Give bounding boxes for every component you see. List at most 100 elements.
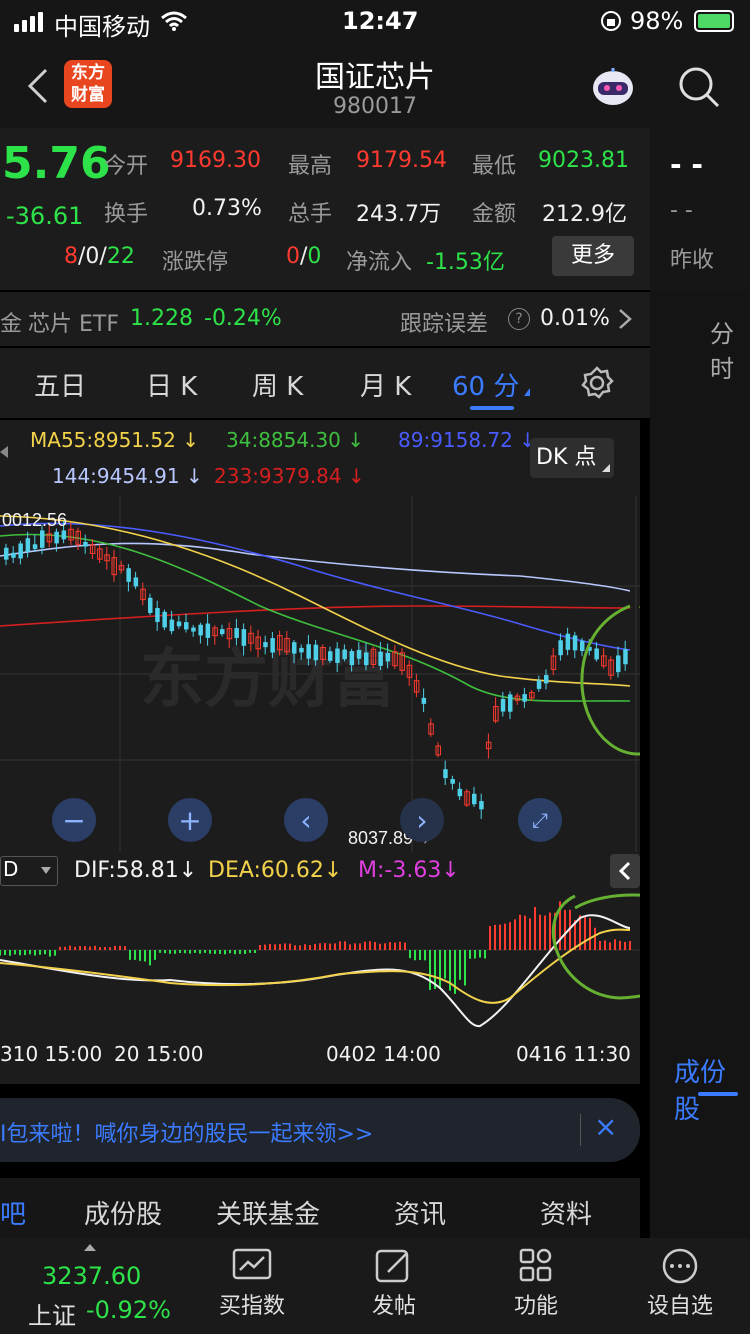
side-tab-label[interactable]: 分时 [710, 314, 750, 384]
divider [580, 1114, 581, 1146]
dk-point-button[interactable]: DK 点 [530, 438, 614, 478]
back-icon[interactable] [26, 68, 50, 104]
scroll-left-button[interactable]: ‹ [284, 798, 328, 842]
dropdown-corner-icon [602, 464, 610, 472]
ma144-value: 144:9454.91 [52, 464, 180, 488]
candle-body [263, 642, 268, 648]
indicator-selector[interactable]: D [0, 856, 58, 886]
caret-up-icon[interactable] [84, 1244, 96, 1251]
subtab-funds[interactable]: 关联基金 [216, 1194, 320, 1231]
subtab-news[interactable]: 资讯 [394, 1194, 446, 1231]
candle-body [234, 628, 239, 638]
low-label: 最低 [472, 154, 517, 179]
buy-index-button[interactable]: 买指数 [212, 1248, 292, 1320]
logo-text: 东方 [71, 63, 105, 83]
price-change: -36.61 [6, 202, 84, 230]
tracking-error-value: 0.01% [540, 306, 610, 331]
volume-label: 总手 [288, 202, 333, 227]
candle-body [133, 577, 139, 587]
candle-body [328, 651, 333, 661]
dif-value: DIF:58.81 [74, 858, 179, 883]
bottom-bar: 3237.60 上证 -0.92% 买指数 发帖 功能 设自选 [0, 1238, 750, 1334]
collapse-panel-button[interactable] [610, 854, 640, 888]
candle-body [378, 651, 383, 666]
dea-label: DEA:60.62↓ [208, 858, 342, 883]
search-icon[interactable] [676, 64, 722, 110]
candle-body [313, 644, 319, 661]
time-tick: 0402 14:00 [326, 1042, 441, 1066]
macd-chart[interactable] [0, 888, 702, 1028]
candle-body [457, 788, 463, 797]
kline-chart[interactable]: 东方财富 0012.56 8037.89→ − + ‹ › ⤢ [0, 496, 679, 856]
close-icon[interactable]: × [594, 1110, 617, 1143]
macd-svg [0, 893, 702, 1028]
ma233-line [0, 605, 631, 627]
candle-body [299, 647, 304, 653]
etf-bar[interactable]: 金 芯片 ETF 1.228 -0.24% 跟踪误差 ? 0.01% [0, 292, 650, 346]
functions-button[interactable]: 功能 [496, 1248, 576, 1320]
candle-body [349, 651, 355, 666]
tab-60min[interactable]: 60 分 [452, 366, 519, 403]
zoom-in-button[interactable]: + [168, 798, 212, 842]
banner-text[interactable]: I包来啦！喊你身边的股民一起来领>> [0, 1116, 373, 1148]
chevron-down-icon [41, 867, 51, 874]
caret-left-icon[interactable] [0, 446, 8, 458]
add-watchlist-label: 设自选 [646, 1294, 713, 1319]
post-button[interactable]: 发帖 [354, 1248, 434, 1320]
quote-panel: 5.76 -36.61 8/0/22 今开 9169.30 最高 9179.54… [0, 128, 650, 290]
candle-body [364, 652, 369, 666]
candle-body [191, 627, 196, 632]
tracking-error-label: 跟踪误差 [400, 312, 489, 337]
zoom-out-button[interactable]: − [52, 798, 96, 842]
gear-icon[interactable] [580, 366, 614, 400]
open-label: 今开 [104, 154, 149, 179]
functions-label: 功能 [513, 1294, 558, 1319]
candle-body [572, 635, 578, 651]
candle-body [18, 543, 23, 559]
add-watchlist-button[interactable]: 设自选 [638, 1248, 722, 1320]
fullscreen-button[interactable]: ⤢ [518, 798, 562, 842]
robot-assistant-icon[interactable] [588, 62, 638, 112]
candle-body [558, 640, 563, 656]
subtab-constituents[interactable]: 成份股 [84, 1194, 162, 1231]
side-constituents-tab[interactable]: 成份股 [674, 1052, 750, 1126]
promo-banner[interactable]: I包来啦！喊你身边的股民一起来领>> × [0, 1098, 640, 1162]
carrier-label: 中国移动 [54, 13, 150, 41]
battery-icon [694, 10, 734, 32]
app-logo[interactable]: 东方 财富 [64, 60, 112, 108]
down-arrow-icon: ↓ [441, 858, 460, 883]
candle-body [342, 649, 347, 660]
grid-icon [519, 1248, 552, 1282]
etf-change: -0.24% [204, 306, 282, 331]
more-button[interactable]: 更多 [552, 236, 634, 276]
scroll-right-button[interactable]: › [400, 798, 444, 842]
candle-body [421, 697, 427, 704]
subtab-profile[interactable]: 资料 [540, 1194, 592, 1231]
candle-body [155, 608, 160, 622]
ma144-label: 144:9454.91 ↓ [52, 464, 203, 488]
tab-monthly[interactable]: 月 K [360, 366, 411, 403]
tab-weekly[interactable]: 周 K [252, 366, 303, 403]
indicator-selector-label: D [3, 857, 19, 881]
turnover-label: 换手 [104, 202, 149, 227]
signal-icon [14, 10, 43, 32]
page-title: 国证芯片 [315, 60, 435, 95]
subtab-forum[interactable]: 吧 [0, 1194, 26, 1231]
limit-up-count: 0 [286, 244, 300, 269]
tab-5day[interactable]: 五日 [34, 366, 86, 403]
orientation-lock-icon [601, 11, 621, 31]
candle-body [623, 649, 628, 665]
ma55-value: MA55:8951.52 [30, 428, 176, 452]
nav-bar: 东方 财富 国证芯片 980017 [0, 44, 750, 128]
tab-daily[interactable]: 日 K [146, 366, 197, 403]
candle-body [522, 694, 527, 702]
ma89-label: 89:9158.72 ↓ [398, 428, 536, 452]
ma89-line [0, 522, 631, 651]
time-tick: 0416 11:30 [516, 1042, 631, 1066]
m-value: M:-3.63 [358, 858, 442, 883]
battery-percent: 98% [630, 7, 684, 35]
help-icon[interactable]: ? [508, 308, 530, 330]
low-value: 9023.81 [538, 148, 629, 173]
index-name: 上证 [28, 1302, 76, 1330]
advance-count: 8 [64, 244, 78, 269]
